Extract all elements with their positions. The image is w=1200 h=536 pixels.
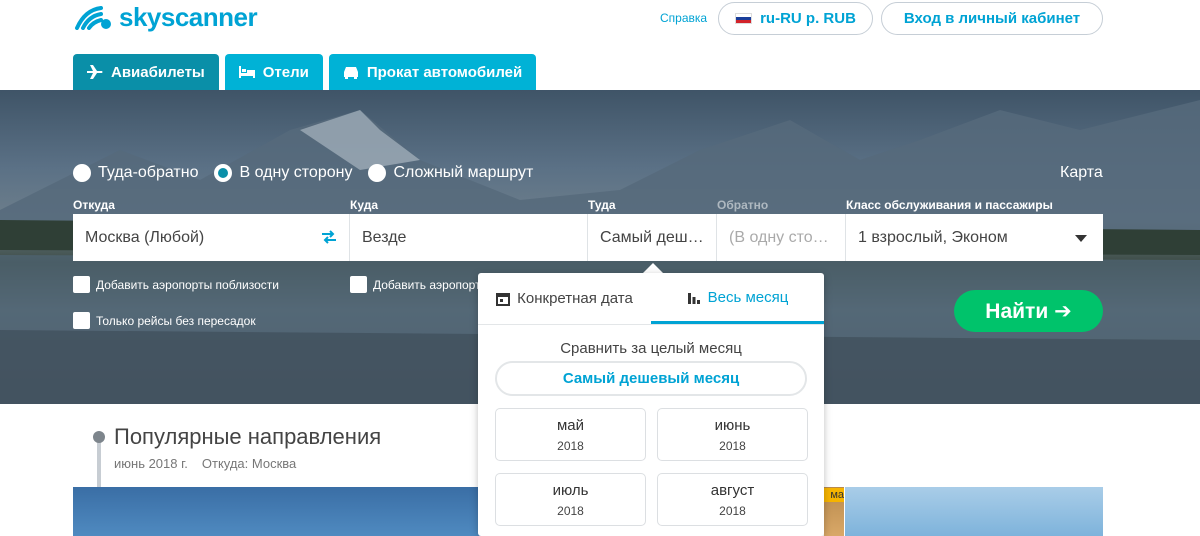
trip-type-return[interactable]: Туда-обратно (73, 164, 198, 182)
tab-flights[interactable]: Авиабилеты (73, 54, 219, 90)
checkbox-label: Добавить аэропорты поблизости (96, 277, 279, 292)
cabin-passengers-label: Класс обслуживания и пассажиры (846, 198, 1053, 212)
tab-label: Авиабилеты (111, 63, 205, 81)
popular-destinations-subtitle: июнь 2018 г. Откуда: Москва (114, 456, 296, 471)
period-label: июнь 2018 г. (114, 456, 188, 471)
russia-flag-icon (735, 13, 753, 24)
nearby-destination-airports-checkbox[interactable]: Добавить аэропорт (350, 276, 481, 293)
return-date-placeholder: (В одну сто… (729, 228, 829, 246)
destination-card[interactable] (845, 487, 1103, 536)
tab-whole-month[interactable]: Весь месяц (651, 273, 824, 324)
plane-icon (87, 65, 103, 79)
tab-car-hire[interactable]: Прокат автомобилей (328, 54, 537, 90)
return-date-input[interactable]: (В одну сто… (717, 214, 846, 261)
logo-text: skyscanner (119, 1, 258, 32)
destination-input[interactable]: Везде (350, 214, 588, 261)
month-name: июнь (714, 417, 751, 434)
radio-label: Сложный маршрут (393, 164, 534, 181)
month-option-may[interactable]: май 2018 (495, 408, 646, 461)
compare-month-label: Сравнить за целый месяц (560, 340, 742, 357)
swap-icon[interactable] (321, 230, 337, 244)
popover-caret (643, 263, 663, 273)
month-year: 2018 (557, 504, 584, 518)
search-bar: Москва (Любой) Везде Самый деш… (В одну … (73, 214, 1103, 261)
date-picker-popover: Конкретная дата Весь месяц Сравнить за ц… (478, 273, 824, 536)
cheapest-month-label: Самый дешевый месяц (562, 370, 740, 387)
trip-type-multi-city[interactable]: Сложный маршрут (368, 164, 533, 182)
month-year: 2018 (719, 439, 746, 453)
map-link[interactable]: Карта (1060, 164, 1103, 182)
tab-label: Отели (262, 63, 309, 81)
month-year: 2018 (557, 439, 584, 453)
bed-icon (238, 66, 255, 78)
product-tabs: Авиабилеты Отели Прокат автомобилей (73, 54, 537, 90)
depart-label: Туда (588, 198, 616, 212)
month-name: июль (552, 482, 589, 499)
tab-label: Конкретная дата (517, 290, 633, 307)
popular-destinations-title: Популярные направления (114, 424, 382, 449)
trip-type-selector: Туда-обратно В одну сторону Сложный марш… (73, 164, 533, 182)
login-label: Вход в личный кабинет (903, 10, 1081, 27)
car-icon (343, 66, 358, 79)
radio-button-checked[interactable] (214, 164, 233, 182)
checkbox-label: Только рейсы без пересадок (96, 313, 256, 328)
radio-button[interactable] (368, 164, 387, 182)
cabin-passengers-value: 1 взрослый, Эконом (858, 228, 1008, 246)
bar-chart-icon (687, 293, 700, 304)
tab-hotels[interactable]: Отели (224, 54, 323, 90)
direct-flights-only-checkbox[interactable]: Только рейсы без пересадок (73, 312, 256, 329)
login-button[interactable]: Вход в личный кабинет (881, 2, 1103, 35)
skyscanner-logo[interactable]: skyscanner (73, 1, 258, 32)
month-name: май (556, 417, 585, 434)
tab-label: Прокат автомобилей (366, 63, 523, 81)
locale-label: ru-RU р. RUB (760, 10, 856, 27)
trip-type-one-way[interactable]: В одну сторону (214, 164, 352, 182)
depart-date-input[interactable]: Самый деш… (588, 214, 717, 261)
return-label: Обратно (717, 198, 769, 212)
radio-button[interactable] (73, 164, 91, 182)
timeline-dot (93, 431, 105, 443)
radio-label: В одну сторону (239, 164, 353, 181)
cheapest-month-button[interactable]: Самый дешевый месяц (495, 361, 807, 396)
header: skyscanner Справка ru-RU р. RUB Вход в л… (0, 0, 1200, 90)
help-link[interactable]: Справка (660, 11, 707, 25)
tab-specific-date[interactable]: Конкретная дата (478, 273, 651, 324)
depart-date-value: Самый деш… (600, 228, 704, 246)
nearby-origin-airports-checkbox[interactable]: Добавить аэропорты поблизости (73, 276, 279, 293)
checkbox-box[interactable] (73, 276, 90, 293)
date-picker-tabs: Конкретная дата Весь месяц (478, 273, 824, 325)
to-label: Куда (350, 198, 378, 212)
month-name: август (710, 482, 755, 499)
calendar-icon (496, 292, 511, 306)
cabin-passengers-select[interactable]: 1 взрослый, Эконом (846, 214, 1103, 261)
destination-card[interactable] (73, 487, 483, 536)
checkbox-box[interactable] (350, 276, 367, 293)
destination-value: Везде (362, 228, 407, 246)
checkbox-box[interactable] (73, 312, 90, 329)
checkbox-label: Добавить аэропорт (373, 277, 481, 292)
from-label: Откуда (73, 198, 115, 212)
tab-label: Весь месяц (707, 288, 789, 306)
find-button-label: Найти ➔ (985, 299, 1072, 323)
origin-label: Откуда: Москва (201, 456, 297, 471)
month-option-august[interactable]: август 2018 (657, 473, 808, 526)
origin-input[interactable]: Москва (Любой) (73, 214, 350, 261)
chevron-down-icon (1075, 235, 1087, 242)
radio-label: Туда-обратно (98, 164, 199, 181)
month-option-july[interactable]: июль 2018 (495, 473, 646, 526)
logo-icon (75, 6, 111, 30)
search-flights-button[interactable]: Найти ➔ (954, 290, 1103, 332)
month-option-june[interactable]: июнь 2018 (657, 408, 808, 461)
locale-currency-button[interactable]: ru-RU р. RUB (718, 2, 873, 35)
month-year: 2018 (719, 504, 746, 518)
origin-value: Москва (Любой) (85, 228, 205, 246)
destination-tag: ма (824, 488, 844, 502)
